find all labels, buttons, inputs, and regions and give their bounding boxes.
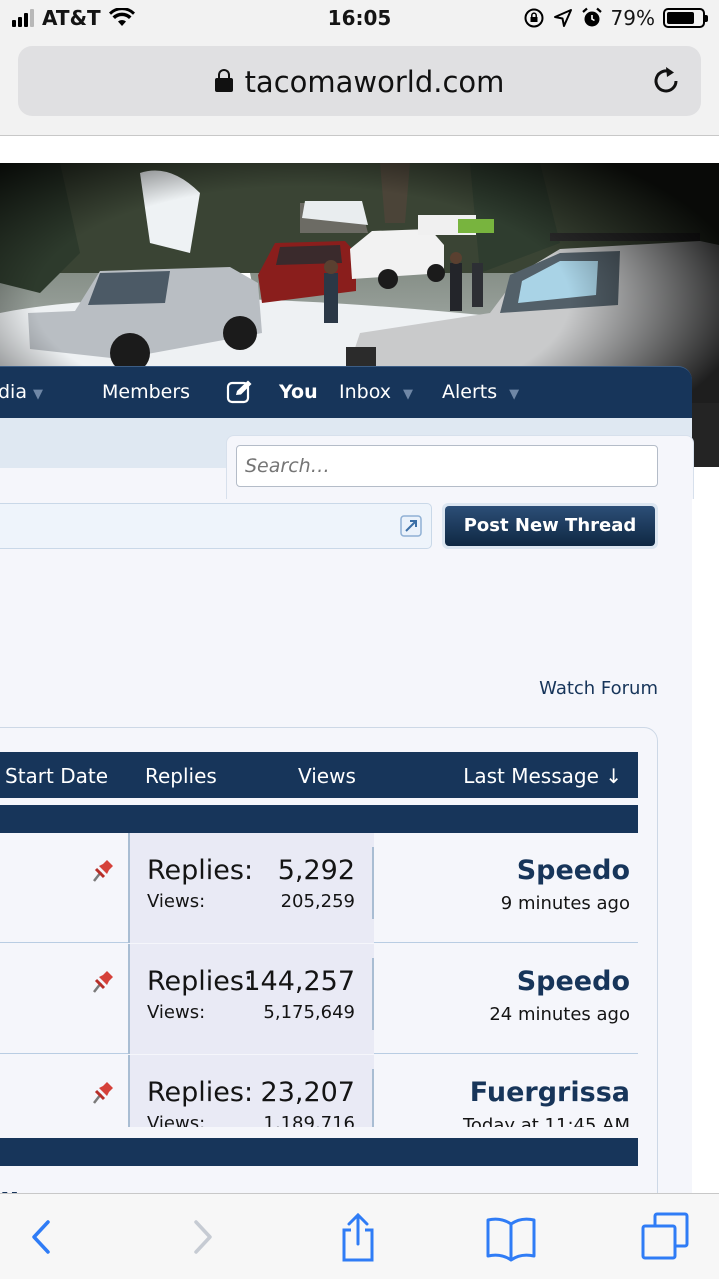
back-icon[interactable] [14, 1212, 68, 1262]
replies-count: 23,207 [260, 1077, 355, 1108]
location-icon [553, 9, 572, 27]
thread-stats-cell [128, 833, 374, 943]
browser-chrome: tacomaworld.com [0, 40, 719, 136]
replies-count: 5,292 [277, 855, 355, 886]
sticky-pin-icon [93, 1082, 113, 1104]
thread-rows-clip: Replies: 5,292 Views: 205,259 Speedo 9 m… [0, 137, 719, 1127]
share-icon[interactable] [331, 1212, 385, 1262]
section-divider-bar [0, 1138, 638, 1166]
thread-row[interactable]: Replies: 144,257 Views: 5,175,649 Speedo… [0, 944, 638, 1054]
battery-icon [663, 8, 708, 28]
last-message-user[interactable]: Speedo [517, 855, 630, 886]
replies-label: Replies: [147, 1077, 254, 1108]
last-message-time[interactable]: 9 minutes ago [501, 893, 630, 914]
replies-count: 144,257 [243, 966, 355, 997]
address-bar[interactable]: tacomaworld.com [18, 46, 701, 116]
thread-stats-cell [128, 944, 374, 1054]
replies-label: Replies: [147, 966, 254, 997]
replies-label: Replies: [147, 855, 254, 886]
url-display[interactable]: tacomaworld.com [18, 65, 701, 99]
views-label: Views: [147, 891, 206, 912]
last-message-user[interactable]: Fuergrissa [470, 1077, 630, 1108]
sticky-pin-icon [93, 971, 113, 993]
tabs-icon[interactable] [637, 1212, 691, 1262]
last-message-user[interactable]: Speedo [517, 966, 630, 997]
sticky-pin-icon [93, 860, 113, 882]
status-bar: AT&T 16:05 79% [0, 0, 719, 40]
views-count: 5,175,649 [263, 1002, 355, 1023]
last-message-time[interactable]: 24 minutes ago [489, 1004, 630, 1025]
rotation-lock-icon [524, 8, 544, 28]
web-page: dia▼ Members You Inbox▼ Alerts▼ Post New… [0, 137, 719, 1193]
url-text: tacomaworld.com [244, 65, 505, 99]
forward-icon[interactable] [176, 1212, 230, 1262]
views-label: Views: [147, 1002, 206, 1023]
thread-row[interactable]: Replies: 5,292 Views: 205,259 Speedo 9 m… [0, 833, 638, 943]
thread-row[interactable]: Replies: 23,207 Views: 1,189,716 Fuergri… [0, 1055, 638, 1127]
status-icons: 79% [523, 6, 708, 30]
views-count: 1,189,716 [263, 1113, 355, 1127]
views-label: Views: [147, 1113, 206, 1127]
bookmarks-icon[interactable] [484, 1212, 538, 1262]
browser-toolbar [0, 1193, 719, 1279]
reload-icon[interactable] [649, 64, 683, 98]
views-count: 205,259 [280, 891, 355, 912]
battery-percent: 79% [610, 6, 655, 30]
last-message-time[interactable]: Today at 11:45 AM [463, 1115, 630, 1127]
lock-icon [214, 69, 233, 92]
alarm-icon [581, 7, 602, 27]
